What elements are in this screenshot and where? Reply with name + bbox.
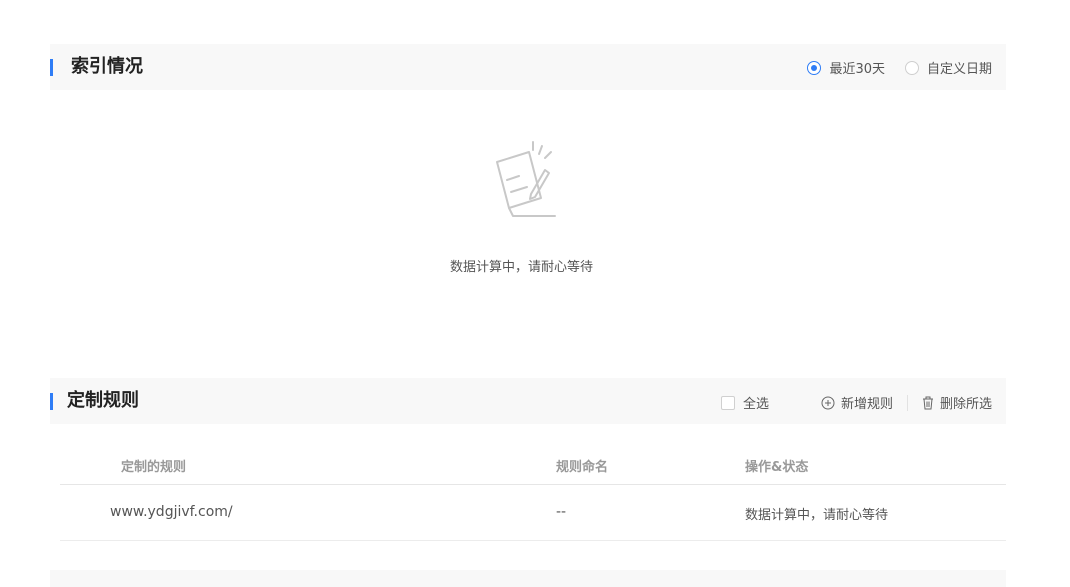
radio-custom-date-label: 自定义日期 [926,62,992,77]
rules-actions: 全选 新增规则 删除所选 [720,393,992,412]
column-header-rule: 定制的规则 [121,460,187,475]
rules-section-header: 定制规则 全选 新增规则 删除所选 [50,378,1006,424]
select-all-checkbox[interactable]: 全选 [720,393,769,412]
radio-unchecked-icon [904,60,919,75]
radio-last-30-days-label: 最近30天 [829,62,885,77]
rules-table: 定制的规则 规则命名 操作&状态 www.ydgjivf.com/ -- 数据计… [60,441,1006,541]
radio-last-30-days[interactable]: 最近30天 [807,58,885,77]
pencil-paper-icon [496,141,556,217]
plus-circle-icon [821,396,835,409]
add-rule-button[interactable]: 新增规则 [821,393,893,412]
index-section-header: 索引情况 最近30天 自定义日期 [50,44,1006,90]
table-row[interactable]: www.ydgjivf.com/ -- 数据计算中，请耐心等待 [60,485,1006,541]
date-range-radio-group: 最近30天 自定义日期 [787,58,992,77]
cell-rule: www.ydgjivf.com/ [110,504,233,520]
table-header: 定制的规则 规则命名 操作&状态 [60,441,1006,485]
next-section-header [50,570,1006,587]
column-header-name: 规则命名 [556,460,609,475]
section-accent-bar [50,59,53,76]
trash-icon [922,396,933,409]
radio-checked-icon [807,60,822,75]
index-section-title: 索引情况 [71,56,143,77]
checkbox-icon [720,395,735,410]
radio-custom-date[interactable]: 自定义日期 [904,58,992,77]
cell-status: 数据计算中，请耐心等待 [745,508,889,523]
select-all-label: 全选 [742,397,769,412]
page: 索引情况 最近30天 自定义日期 数据计算中，请耐心等待 定制规则 全选 新增规… [0,0,1070,587]
cell-name: -- [556,504,567,520]
empty-state: 数据计算中，请耐心等待 [50,130,1006,280]
divider [906,394,908,411]
delete-selected-button[interactable]: 删除所选 [922,393,992,412]
delete-selected-label: 删除所选 [939,397,992,412]
section-accent-bar [50,393,53,410]
rules-section-title: 定制规则 [67,390,139,411]
empty-state-message: 数据计算中，请耐心等待 [450,260,594,275]
add-rule-label: 新增规则 [840,397,893,412]
column-header-status: 操作&状态 [745,460,809,475]
